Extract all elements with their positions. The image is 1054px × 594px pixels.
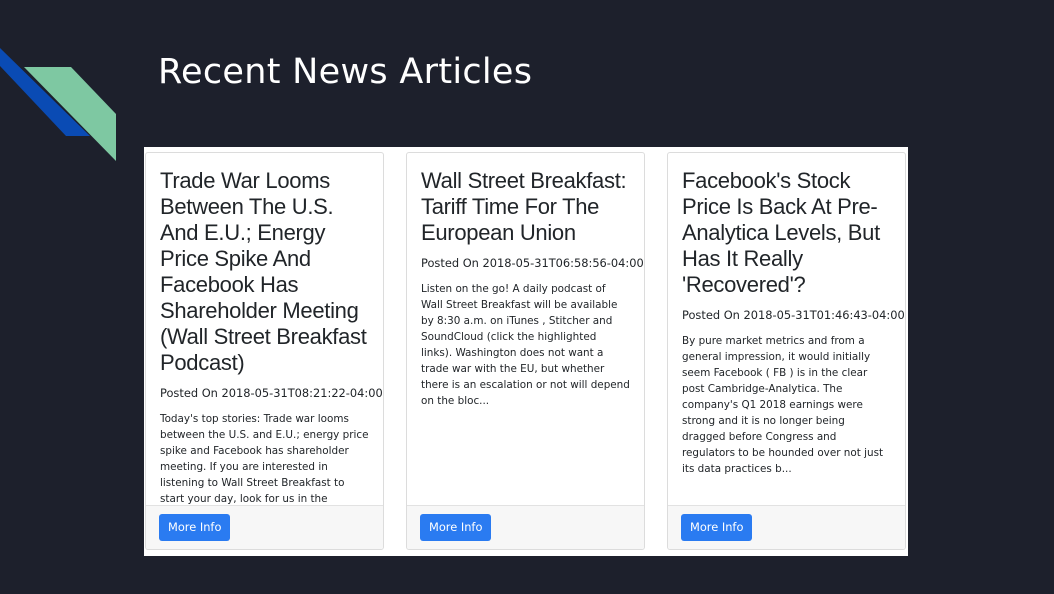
article-title: Wall Street Breakfast: Tariff Time For T…	[421, 168, 627, 245]
card-body: Facebook's Stock Price Is Back At Pre-An…	[668, 153, 905, 477]
article-summary: By pure market metrics and from a genera…	[682, 335, 884, 475]
card-body: Trade War Looms Between The U.S. And E.U…	[146, 153, 383, 539]
article-card: Facebook's Stock Price Is Back At Pre-An…	[667, 152, 906, 550]
page-title: Recent News Articles	[158, 52, 533, 92]
green-stripe-shape	[24, 67, 116, 161]
article-title: Trade War Looms Between The U.S. And E.U…	[160, 168, 367, 375]
more-info-button[interactable]: More Info	[420, 514, 492, 541]
article-card: Wall Street Breakfast: Tariff Time For T…	[406, 152, 645, 550]
articles-panel: Trade War Looms Between The U.S. And E.U…	[144, 147, 908, 556]
article-date: Posted On 2018-05-31T01:46:43-04:00	[682, 308, 905, 322]
decorative-stripes	[0, 48, 116, 161]
article-date: Posted On 2018-05-31T06:58:56-04:00	[421, 256, 644, 270]
card-footer: More Info	[146, 505, 383, 549]
card-body: Wall Street Breakfast: Tariff Time For T…	[407, 153, 644, 409]
article-date: Posted On 2018-05-31T08:21:22-04:00	[160, 386, 383, 400]
card-footer: More Info	[668, 505, 905, 549]
more-info-button[interactable]: More Info	[681, 514, 753, 541]
more-info-button[interactable]: More Info	[159, 514, 231, 541]
card-footer: More Info	[407, 505, 644, 549]
article-summary: Listen on the go! A daily podcast of Wal…	[421, 283, 630, 407]
article-card: Trade War Looms Between The U.S. And E.U…	[145, 152, 384, 550]
article-title: Facebook's Stock Price Is Back At Pre-An…	[682, 168, 880, 297]
